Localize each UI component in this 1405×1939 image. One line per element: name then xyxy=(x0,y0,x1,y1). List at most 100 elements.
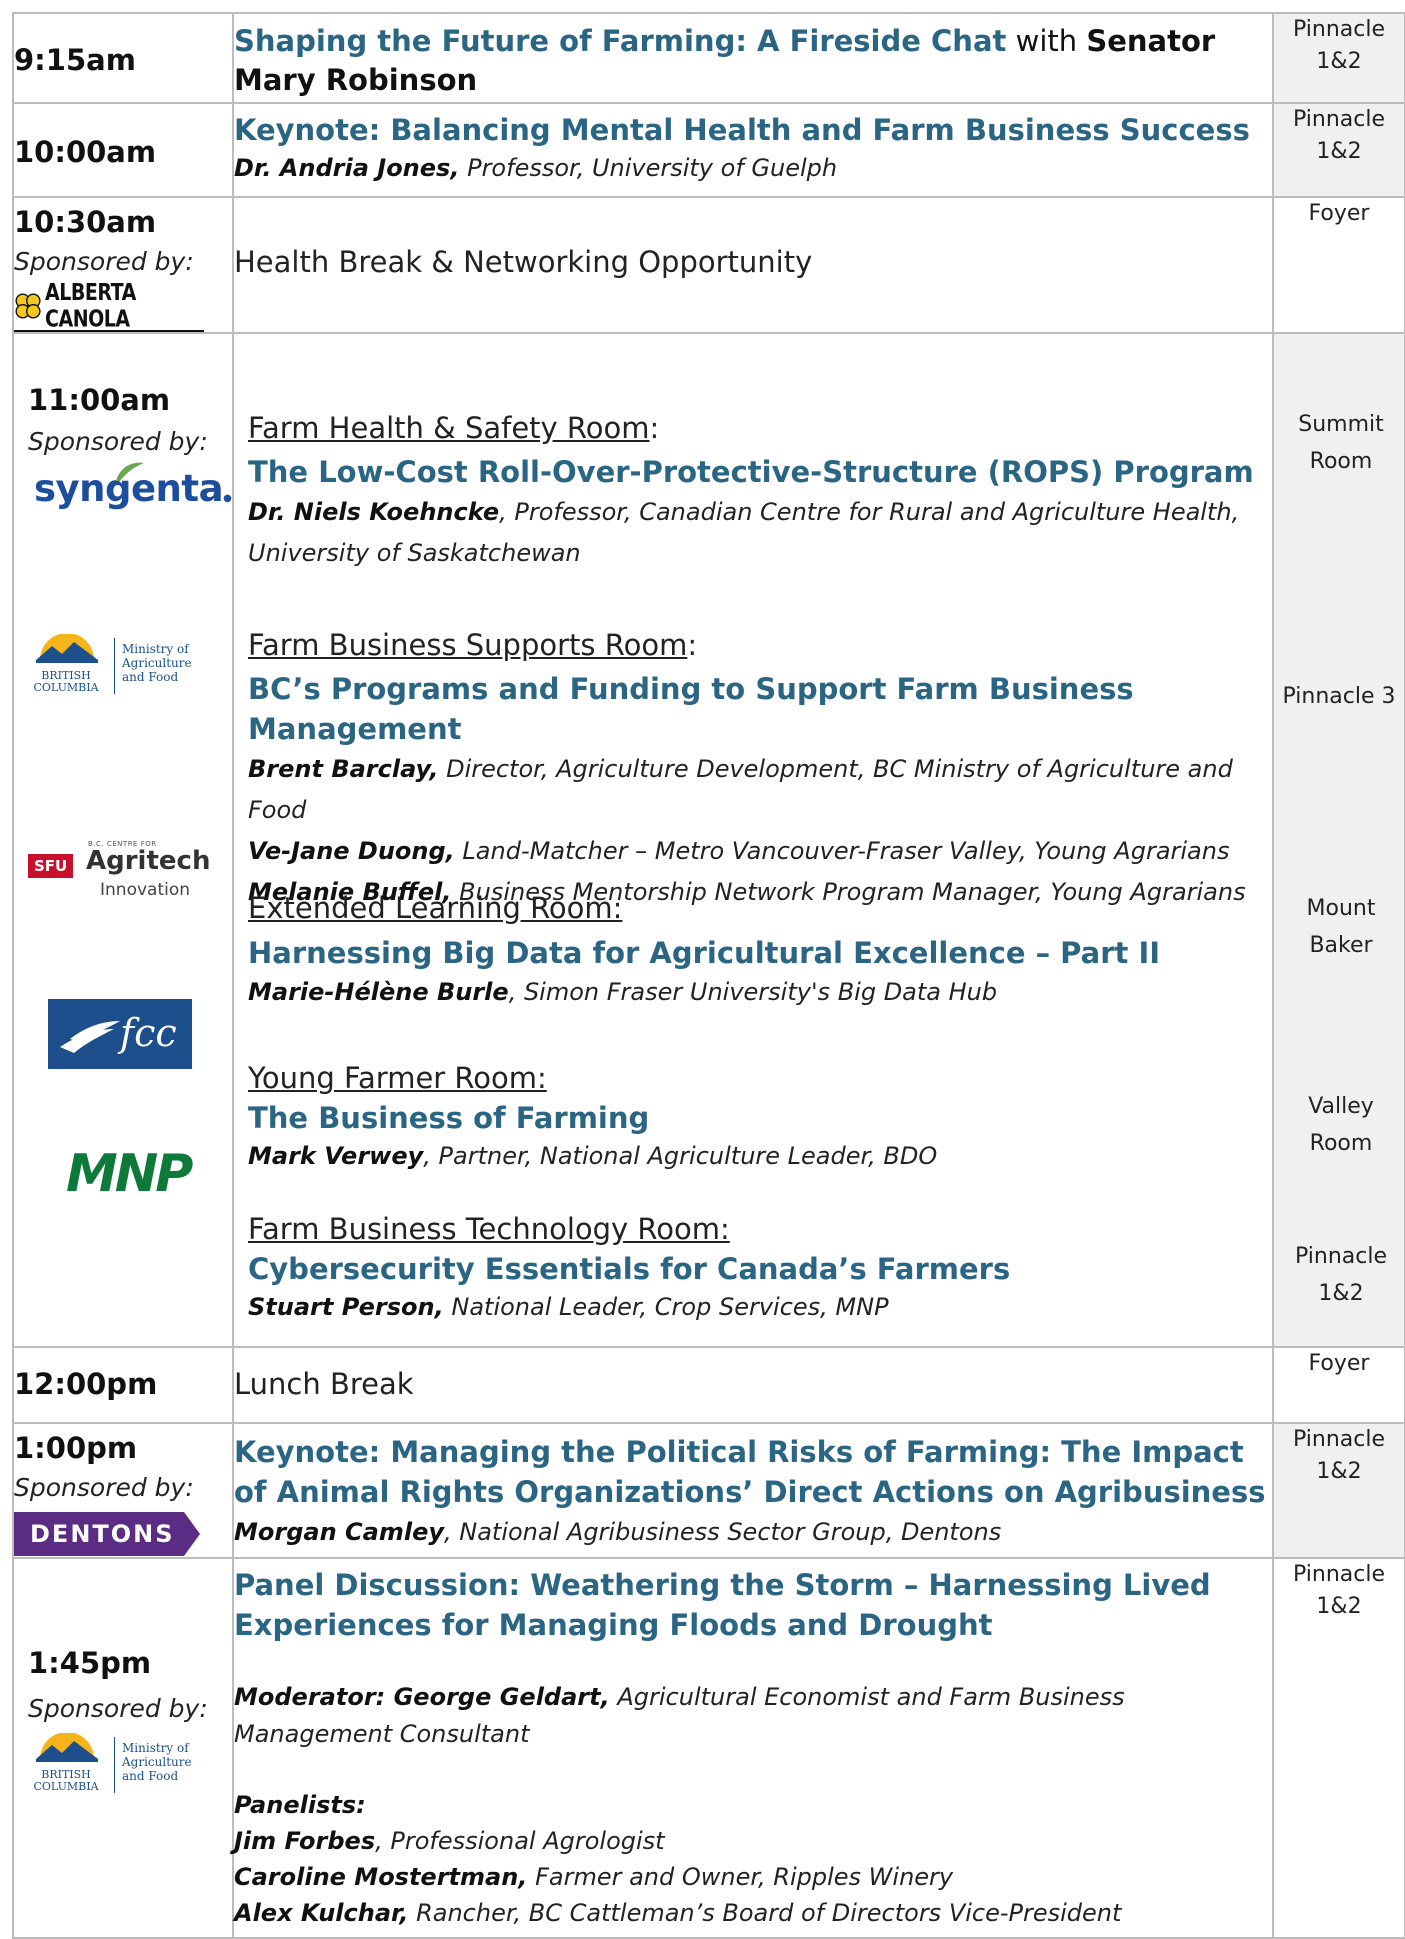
speaker-role: , Simon Fraser University's Big Data Hub xyxy=(508,978,998,1006)
session-time: 1:45pm xyxy=(28,1646,152,1680)
syngenta-logo: syngenta● xyxy=(34,462,232,510)
room-label-suffix: : xyxy=(649,411,660,445)
bc-wordmark: BRITISH COLUMBIA xyxy=(33,669,99,694)
bc-sun-icon xyxy=(36,1733,98,1762)
panelists-label: Panelists: xyxy=(234,1791,366,1819)
session-title: Panel Discussion: Weathering the Storm –… xyxy=(234,1568,1211,1642)
room-name: Pinnacle 1&2 xyxy=(1292,1562,1385,1619)
table-row: 10:30am Sponsored by: ALBERTA CANOLA Hea… xyxy=(12,196,1405,334)
session-block: Farm Health & Safety Room: The Low-Cost … xyxy=(248,408,1262,574)
speaker-name: Marie-Hélène Burle xyxy=(248,978,509,1006)
session-title: Harnessing Big Data for Agricultural Exc… xyxy=(248,936,1161,970)
panelist-name: Alex Kulchar, xyxy=(234,1899,409,1927)
room-name: Foyer xyxy=(1308,1351,1370,1376)
room-name: Pinnacle 1&2 xyxy=(1292,1427,1385,1484)
speaker-name: Dr. Niels Koehncke xyxy=(248,498,500,526)
session-title: Keynote: Managing the Political Risks of… xyxy=(234,1435,1266,1509)
sfu-agritech-logo: SFU B.C. CENTRE FOR Agritech Innovation xyxy=(28,840,228,900)
session-block: Extended Learning Room: Harnessing Big D… xyxy=(248,888,1262,1010)
ministry-name: Ministry of Agriculture and Food xyxy=(122,1741,192,1783)
room-label: Extended Learning Room: xyxy=(248,891,623,925)
session-time: 1:00pm xyxy=(14,1431,138,1465)
canola-flower-icon xyxy=(15,293,41,319)
session-time: 10:30am xyxy=(14,205,157,239)
table-row: 1:45pm Sponsored by: BRITISH COLUMBIA Mi… xyxy=(12,1557,1405,1939)
table-row: 9:15am Shaping the Future of Farming: A … xyxy=(12,12,1405,104)
dentons-logo: DENTONS xyxy=(14,1512,200,1556)
table-row: 10:00am Keynote: Balancing Mental Health… xyxy=(12,102,1405,198)
session-title: Keynote: Balancing Mental Health and Far… xyxy=(234,113,1250,147)
sfu-wordmark: SFU xyxy=(28,854,74,878)
room-label: Farm Health & Safety Room xyxy=(248,411,650,445)
session-time: 9:15am xyxy=(14,43,136,77)
agritech-wordmark: Agritech xyxy=(86,846,211,876)
room-name: Pinnacle 1&2 xyxy=(1292,107,1385,164)
speaker-role: , Partner, National Agriculture Leader, … xyxy=(423,1142,938,1170)
panelist-role: Farmer and Owner, Ripples Winery xyxy=(527,1863,954,1891)
room-name: Pinnacle 3 xyxy=(1282,684,1396,709)
session-title: Shaping the Future of Farming: A Firesid… xyxy=(234,24,1007,58)
session-title: The Business of Farming xyxy=(248,1101,650,1135)
speaker-name: Ve-Jane Duong, xyxy=(248,837,455,865)
panelist-role: , Professional Agrologist xyxy=(375,1827,665,1855)
bc-sun-icon xyxy=(36,634,98,663)
room-label: Farm Business Supports Room xyxy=(248,628,688,662)
room-name: Pinnacle 1&2 xyxy=(1292,17,1385,74)
sponsored-label: Sponsored by: xyxy=(28,1694,208,1723)
mnp-wordmark: MNP xyxy=(66,1144,193,1204)
sponsored-label: Sponsored by: xyxy=(14,247,194,276)
room-name: Pinnacle 1&2 xyxy=(1294,1244,1387,1306)
room-label: Young Farmer Room: xyxy=(248,1061,547,1095)
event-name: Lunch Break xyxy=(234,1367,414,1401)
bc-ministry-logo: BRITISH COLUMBIA Ministry of Agriculture… xyxy=(20,1733,220,1803)
bc-wordmark: BRITISH COLUMBIA xyxy=(33,1768,99,1793)
panelist-name: Jim Forbes xyxy=(234,1827,376,1855)
bc-ministry-logo: BRITISH COLUMBIA Ministry of Agriculture… xyxy=(20,634,220,704)
speaker-role: Land-Matcher – Metro Vancouver-Fraser Va… xyxy=(454,837,1230,865)
logo-wordmark: DENTONS xyxy=(30,1520,175,1548)
logo-wordmark: ALBERTA CANOLA xyxy=(45,279,136,333)
table-row: 12:00pm Lunch Break Foyer xyxy=(12,1346,1405,1424)
fcc-wordmark: fcc xyxy=(120,1011,177,1055)
session-title: Cybersecurity Essentials for Canada’s Fa… xyxy=(248,1252,1011,1286)
alberta-canola-logo: ALBERTA CANOLA xyxy=(14,280,204,332)
speaker-name: Dr. Andria Jones, xyxy=(234,154,460,182)
room-label: Farm Business Technology Room: xyxy=(248,1212,730,1246)
ministry-name: Ministry of Agriculture and Food xyxy=(122,642,192,684)
speaker-role: National Leader, Crop Services, MNP xyxy=(443,1293,889,1321)
fcc-logo: fcc xyxy=(48,999,192,1069)
speaker-role: Professor, University of Guelph xyxy=(467,154,838,182)
panelist-role: Rancher, BC Cattleman’s Board of Directo… xyxy=(408,1899,1122,1927)
speaker-name: Stuart Person, xyxy=(248,1293,444,1321)
panelist-name: Caroline Mostertman, xyxy=(234,1863,528,1891)
room-name: Foyer xyxy=(1308,201,1370,226)
session-title: BC’s Programs and Funding to Support Far… xyxy=(248,672,1134,746)
room-label-suffix: : xyxy=(687,628,698,662)
session-block: Farm Business Supports Room: BC’s Progra… xyxy=(248,625,1266,913)
sponsored-label: Sponsored by: xyxy=(14,1473,194,1502)
session-block: Farm Business Technology Room: Cybersecu… xyxy=(248,1209,1262,1325)
sponsored-label: Sponsored by: xyxy=(28,427,208,456)
event-name: Health Break & Networking Opportunity xyxy=(234,245,813,279)
agritech-sub: Innovation xyxy=(100,880,191,900)
speaker-name: Morgan Camley xyxy=(234,1518,444,1546)
speaker-name: Mark Verwey xyxy=(248,1142,424,1170)
room-name: Mount Baker xyxy=(1306,896,1376,958)
with-text: with xyxy=(1015,24,1078,58)
table-row: 1:00pm Sponsored by: DENTONS Keynote: Ma… xyxy=(12,1422,1405,1559)
session-time: 11:00am xyxy=(28,383,171,417)
leaf-icon xyxy=(116,462,144,481)
session-time: 10:00am xyxy=(14,135,157,169)
moderator-name: Moderator: George Geldart, xyxy=(234,1683,610,1711)
room-name: Summit Room xyxy=(1298,412,1384,474)
session-title: The Low-Cost Roll-Over-Protective-Struct… xyxy=(248,455,1254,489)
schedule-table: 9:15am Shaping the Future of Farming: A … xyxy=(12,12,1405,1939)
session-block: Young Farmer Room: The Business of Farmi… xyxy=(248,1058,1262,1174)
speaker-name: Brent Barclay, xyxy=(248,755,439,783)
agenda-page: 9:15am Shaping the Future of Farming: A … xyxy=(0,0,1405,1939)
session-time: 12:00pm xyxy=(14,1367,158,1401)
mnp-logo: MNP xyxy=(66,1144,193,1204)
speaker-role: , National Agribusiness Sector Group, De… xyxy=(444,1518,1002,1546)
room-name: Valley Room xyxy=(1308,1094,1374,1156)
table-row: 11:00am Sponsored by: syngenta● BRITISH … xyxy=(12,332,1405,1348)
